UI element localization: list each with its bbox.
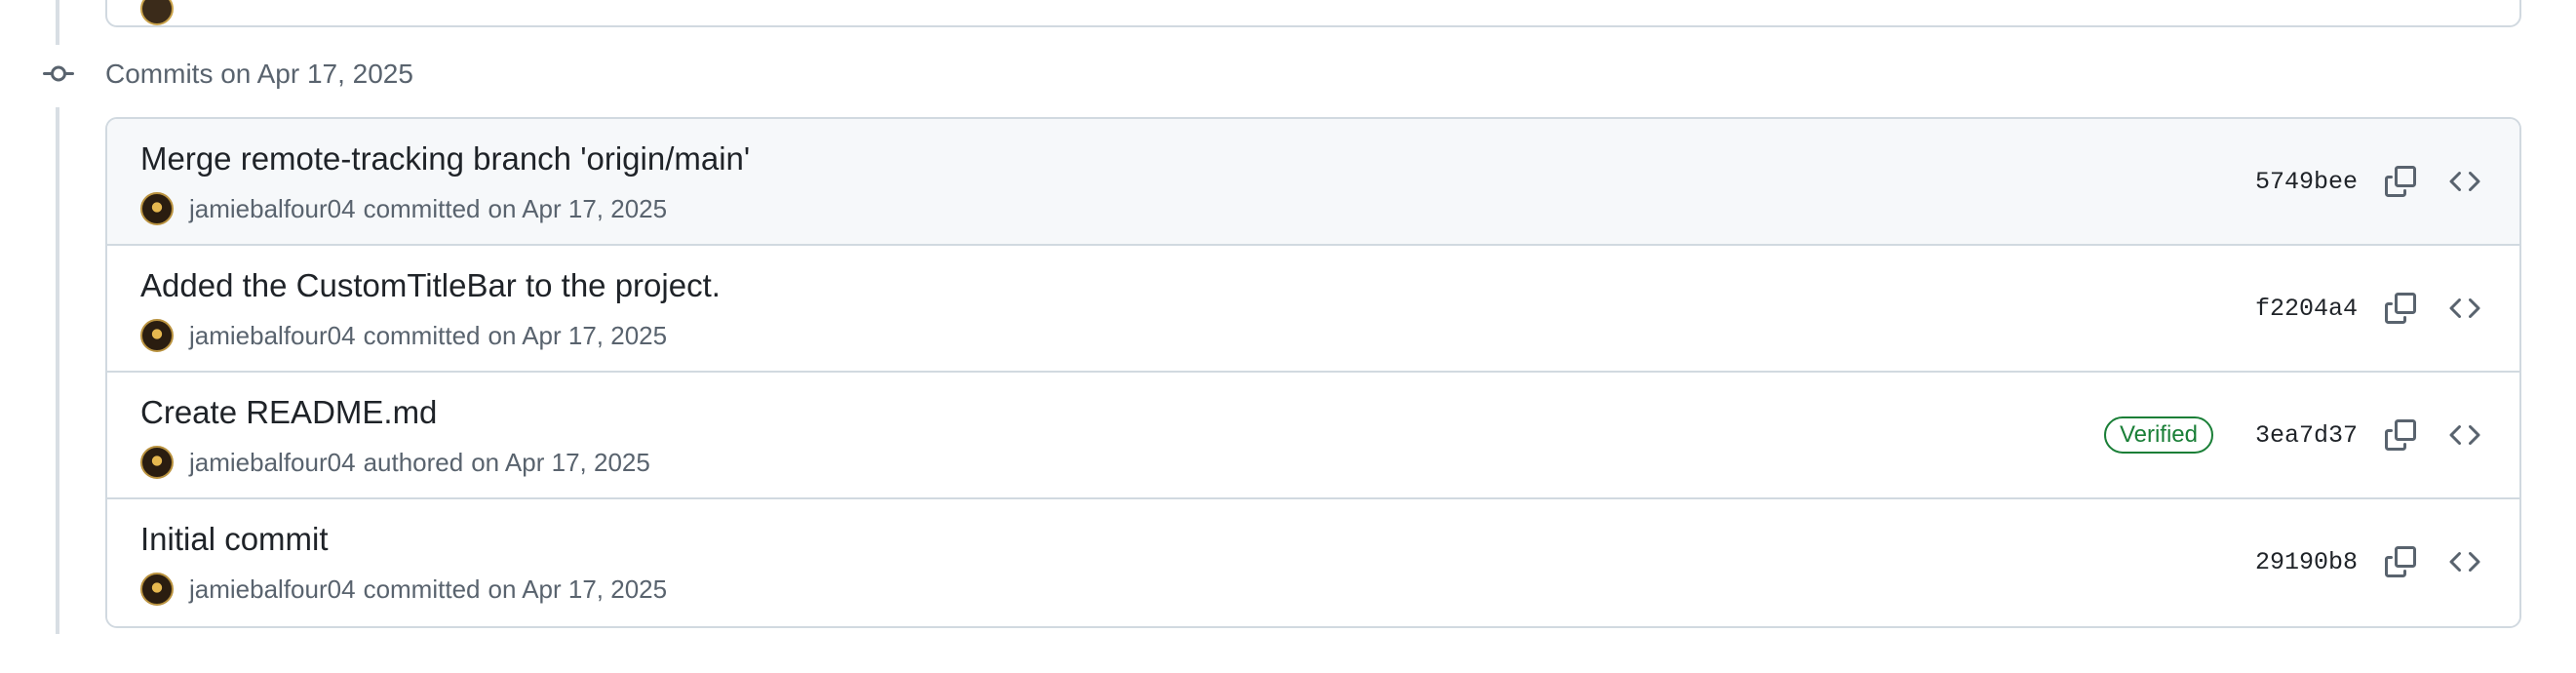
browse-repo-button[interactable] bbox=[2443, 160, 2486, 203]
avatar[interactable] bbox=[140, 573, 174, 606]
copy-icon bbox=[2385, 166, 2416, 197]
commit-history-page: Commits on Apr 17, 2025 Merge remote-tra… bbox=[0, 0, 2576, 673]
commit-action: committed bbox=[363, 320, 481, 350]
code-icon bbox=[2449, 297, 2480, 319]
commit-action: authored bbox=[363, 447, 464, 477]
commit-date: on Apr 17, 2025 bbox=[488, 320, 668, 350]
copy-icon bbox=[2385, 546, 2416, 577]
commit-actions: Verified 3ea7d37 bbox=[2103, 373, 2486, 497]
code-icon bbox=[2449, 424, 2480, 446]
commit-actions: 29190b8 bbox=[2250, 499, 2486, 624]
code-icon bbox=[2449, 171, 2480, 192]
commit-row[interactable]: Merge remote-tracking branch 'origin/mai… bbox=[107, 119, 2519, 246]
copy-icon bbox=[2385, 419, 2416, 451]
commit-sha-link[interactable]: 29190b8 bbox=[2250, 548, 2358, 576]
avatar[interactable] bbox=[140, 319, 174, 352]
commit-title-link[interactable]: Added the CustomTitleBar to the project. bbox=[140, 267, 721, 304]
commit-row[interactable]: Create README.md jamiebalfour04 authored… bbox=[107, 373, 2519, 499]
avatar[interactable] bbox=[140, 446, 174, 479]
browse-repo-button[interactable] bbox=[2443, 540, 2486, 583]
commit-author-link[interactable]: jamiebalfour04 bbox=[189, 448, 356, 478]
copy-icon bbox=[2385, 293, 2416, 324]
browse-repo-button[interactable] bbox=[2443, 414, 2486, 456]
commit-author-link[interactable]: jamiebalfour04 bbox=[189, 194, 356, 224]
avatar[interactable] bbox=[140, 192, 174, 225]
commit-list: Merge remote-tracking branch 'origin/mai… bbox=[105, 117, 2521, 628]
timeline-line bbox=[56, 107, 59, 634]
commit-row[interactable]: Added the CustomTitleBar to the project.… bbox=[107, 246, 2519, 373]
commit-date: on Apr 17, 2025 bbox=[488, 193, 668, 223]
commit-row[interactable]: Initial commit jamiebalfour04 committed … bbox=[107, 499, 2519, 626]
code-icon bbox=[2449, 551, 2480, 573]
commit-author-link[interactable]: jamiebalfour04 bbox=[189, 574, 356, 605]
commit-meta: jamiebalfour04 authored on Apr 17, 2025 bbox=[140, 445, 650, 480]
copy-sha-button[interactable] bbox=[2379, 160, 2422, 203]
commit-actions: f2204a4 bbox=[2250, 246, 2486, 371]
commit-title-link[interactable]: Create README.md bbox=[140, 394, 437, 431]
previous-commit-list bbox=[105, 0, 2521, 27]
commit-meta: jamiebalfour04 committed on Apr 17, 2025 bbox=[140, 572, 667, 607]
git-commit-icon bbox=[39, 55, 78, 94]
commit-meta: jamiebalfour04 committed on Apr 17, 2025 bbox=[140, 318, 667, 353]
commit-action: committed bbox=[363, 193, 481, 223]
commit-date: on Apr 17, 2025 bbox=[471, 447, 650, 477]
browse-repo-button[interactable] bbox=[2443, 287, 2486, 330]
commit-group-title: Commits on Apr 17, 2025 bbox=[105, 59, 413, 89]
commit-author-link[interactable]: jamiebalfour04 bbox=[189, 321, 356, 351]
commit-group-header: Commits on Apr 17, 2025 bbox=[39, 55, 413, 94]
commit-sha-link[interactable]: 3ea7d37 bbox=[2250, 421, 2358, 450]
copy-sha-button[interactable] bbox=[2379, 540, 2422, 583]
avatar[interactable] bbox=[140, 0, 174, 25]
commit-meta: jamiebalfour04 committed on Apr 17, 2025 bbox=[140, 191, 667, 226]
timeline-line bbox=[56, 0, 59, 45]
copy-sha-button[interactable] bbox=[2379, 287, 2422, 330]
commit-sha-link[interactable]: f2204a4 bbox=[2250, 295, 2358, 323]
commit-actions: 5749bee bbox=[2250, 119, 2486, 244]
verified-badge[interactable]: Verified bbox=[2103, 416, 2213, 454]
commit-sha-link[interactable]: 5749bee bbox=[2250, 168, 2358, 196]
commit-title-link[interactable]: Merge remote-tracking branch 'origin/mai… bbox=[140, 140, 750, 178]
commit-action: committed bbox=[363, 574, 481, 604]
commit-date: on Apr 17, 2025 bbox=[488, 574, 668, 604]
commit-title-link[interactable]: Initial commit bbox=[140, 521, 329, 558]
copy-sha-button[interactable] bbox=[2379, 414, 2422, 456]
